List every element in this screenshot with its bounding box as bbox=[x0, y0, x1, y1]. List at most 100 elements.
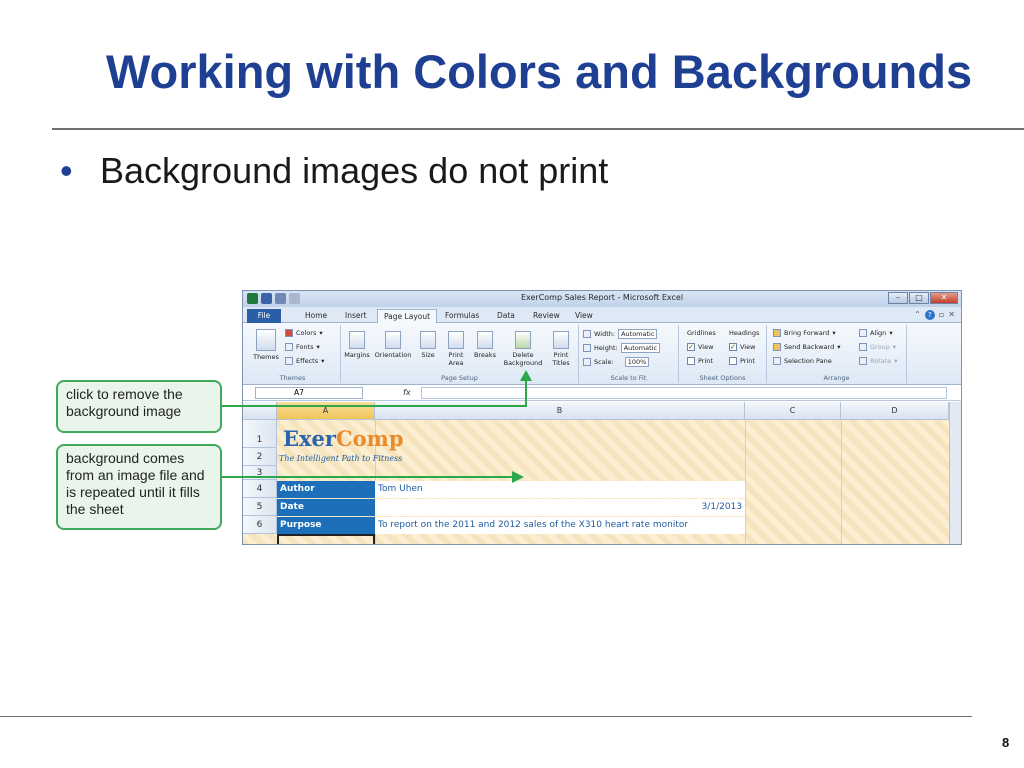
insert-function-icon[interactable]: fx bbox=[403, 388, 411, 397]
arrow-up-icon bbox=[520, 370, 532, 381]
logo-part-exer: Exer bbox=[283, 426, 336, 451]
delete-background-button[interactable]: Delete Background bbox=[501, 331, 545, 367]
ribbon-minimize-icon[interactable]: ⌃ bbox=[914, 310, 921, 320]
cell-a7-selected[interactable] bbox=[277, 534, 375, 544]
restore-icon[interactable]: ▫ bbox=[939, 310, 944, 320]
orientation-icon bbox=[385, 331, 401, 349]
bring-forward-label: Bring Forward bbox=[784, 329, 830, 337]
print-area-icon bbox=[448, 331, 464, 349]
bullet-text: Background images do not print bbox=[100, 150, 609, 191]
page-number: 8 bbox=[1002, 735, 1010, 750]
minimize-icon[interactable]: – bbox=[888, 292, 908, 304]
breaks-label: Breaks bbox=[473, 351, 497, 359]
cell-b6[interactable]: To report on the 2011 and 2012 sales of … bbox=[375, 517, 745, 534]
tab-page-layout[interactable]: Page Layout bbox=[377, 309, 438, 323]
formula-bar: A7 fx bbox=[243, 385, 961, 401]
tab-review[interactable]: Review bbox=[527, 309, 566, 323]
cell-a4[interactable]: Author bbox=[277, 481, 375, 498]
fonts-icon bbox=[285, 343, 293, 351]
gridlines-label: Gridlines bbox=[687, 329, 716, 337]
vertical-scrollbar[interactable] bbox=[949, 402, 961, 544]
print-titles-label-2: Titles bbox=[552, 359, 570, 367]
height-control[interactable]: Height: Automatic bbox=[583, 343, 661, 353]
margins-label: Margins bbox=[344, 351, 370, 359]
selection-pane-label: Selection Pane bbox=[784, 357, 832, 365]
themes-label: Themes bbox=[253, 353, 279, 361]
margins-button[interactable]: Margins bbox=[343, 331, 371, 359]
bring-forward-button[interactable]: Bring Forward ▾ bbox=[773, 329, 836, 337]
window-title: ExerComp Sales Report - Microsoft Excel bbox=[520, 293, 684, 302]
scale-control[interactable]: Scale: 100% bbox=[583, 357, 650, 367]
tagline: The Intelligent Path to Fitness bbox=[279, 454, 403, 463]
effects-icon bbox=[285, 357, 293, 365]
cell-b4[interactable]: Tom Uhen bbox=[375, 481, 745, 498]
colors-button[interactable]: Colors ▾ bbox=[285, 329, 323, 337]
tab-formulas[interactable]: Formulas bbox=[439, 309, 485, 323]
tab-view[interactable]: View bbox=[569, 309, 599, 323]
row-header-6[interactable]: 6 bbox=[243, 516, 277, 534]
print-titles-button[interactable]: Print Titles bbox=[547, 331, 575, 367]
colors-icon bbox=[285, 329, 293, 337]
cell-a5[interactable]: Date bbox=[277, 499, 375, 516]
orientation-label: Orientation bbox=[374, 351, 412, 359]
scale-value[interactable]: 100% bbox=[624, 357, 650, 367]
send-backward-button[interactable]: Send Backward ▾ bbox=[773, 343, 840, 351]
close-icon[interactable]: ✕ bbox=[930, 292, 958, 304]
close-workbook-icon[interactable]: ✕ bbox=[948, 310, 955, 320]
tab-file[interactable]: File bbox=[247, 309, 281, 323]
rotate-button[interactable]: Rotate ▾ bbox=[859, 357, 898, 365]
row-header-2[interactable]: 2 bbox=[243, 448, 277, 466]
gridlines-view-label: View bbox=[698, 343, 714, 351]
gridlines-view-checkbox[interactable]: ✓ View bbox=[687, 343, 713, 351]
height-icon bbox=[583, 344, 591, 352]
width-control[interactable]: Width: Automatic bbox=[583, 329, 658, 339]
worksheet-grid[interactable]: A B C D 1 2 3 4 5 6 ExerComp The Intelli… bbox=[243, 402, 961, 544]
row-header-1[interactable]: 1 bbox=[243, 420, 277, 448]
arrow-right-icon bbox=[512, 471, 524, 483]
unchecked-box-icon bbox=[729, 357, 737, 365]
maximize-icon[interactable]: □ bbox=[909, 292, 929, 304]
width-value[interactable]: Automatic bbox=[618, 329, 658, 339]
colors-label: Colors bbox=[296, 329, 317, 337]
cell-a6[interactable]: Purpose bbox=[277, 517, 375, 534]
column-header-c[interactable]: C bbox=[745, 402, 841, 420]
ribbon-right-icons: ⌃ ? ▫ ✕ bbox=[914, 310, 955, 320]
name-box[interactable]: A7 bbox=[255, 387, 363, 399]
size-label: Size bbox=[421, 351, 435, 359]
row-header-5[interactable]: 5 bbox=[243, 498, 277, 516]
sheet-options-group-label: Sheet Options bbox=[699, 374, 746, 382]
effects-label: Effects bbox=[296, 357, 319, 365]
align-button[interactable]: Align ▾ bbox=[859, 329, 893, 337]
tab-insert[interactable]: Insert bbox=[339, 309, 373, 323]
height-value[interactable]: Automatic bbox=[620, 343, 661, 353]
effects-button[interactable]: Effects ▾ bbox=[285, 357, 324, 365]
delete-background-label-2: Background bbox=[503, 359, 543, 367]
column-header-d[interactable]: D bbox=[841, 402, 949, 420]
logo-part-comp: Comp bbox=[335, 426, 404, 451]
size-button[interactable]: Size bbox=[417, 331, 439, 359]
group-button[interactable]: Group ▾ bbox=[859, 343, 896, 351]
group-label: Group bbox=[870, 343, 890, 351]
send-backward-icon bbox=[773, 343, 781, 351]
themes-button[interactable]: Themes bbox=[253, 329, 279, 361]
print-area-button[interactable]: Print Area bbox=[443, 331, 469, 367]
breaks-button[interactable]: Breaks bbox=[471, 331, 499, 359]
leader-line-remove-vertical bbox=[525, 380, 527, 407]
delete-background-label-1: Delete bbox=[512, 351, 534, 359]
cell-b5[interactable]: 3/1/2013 bbox=[375, 499, 745, 516]
title-divider bbox=[52, 128, 1024, 130]
gridline bbox=[745, 420, 746, 544]
help-icon[interactable]: ? bbox=[924, 310, 935, 320]
row-header-4[interactable]: 4 bbox=[243, 480, 277, 498]
headings-view-checkbox[interactable]: ✓ View bbox=[729, 343, 755, 351]
bring-forward-icon bbox=[773, 329, 781, 337]
page-setup-group: Margins Orientation Size Print Area Break… bbox=[341, 325, 579, 383]
fonts-button[interactable]: Fonts ▾ bbox=[285, 343, 320, 351]
orientation-button[interactable]: Orientation bbox=[373, 331, 413, 359]
formula-input[interactable] bbox=[421, 387, 947, 399]
tab-data[interactable]: Data bbox=[491, 309, 521, 323]
headings-print-checkbox[interactable]: Print bbox=[729, 357, 755, 365]
gridlines-print-checkbox[interactable]: Print bbox=[687, 357, 713, 365]
selection-pane-button[interactable]: Selection Pane bbox=[773, 357, 832, 365]
tab-home[interactable]: Home bbox=[299, 309, 333, 323]
